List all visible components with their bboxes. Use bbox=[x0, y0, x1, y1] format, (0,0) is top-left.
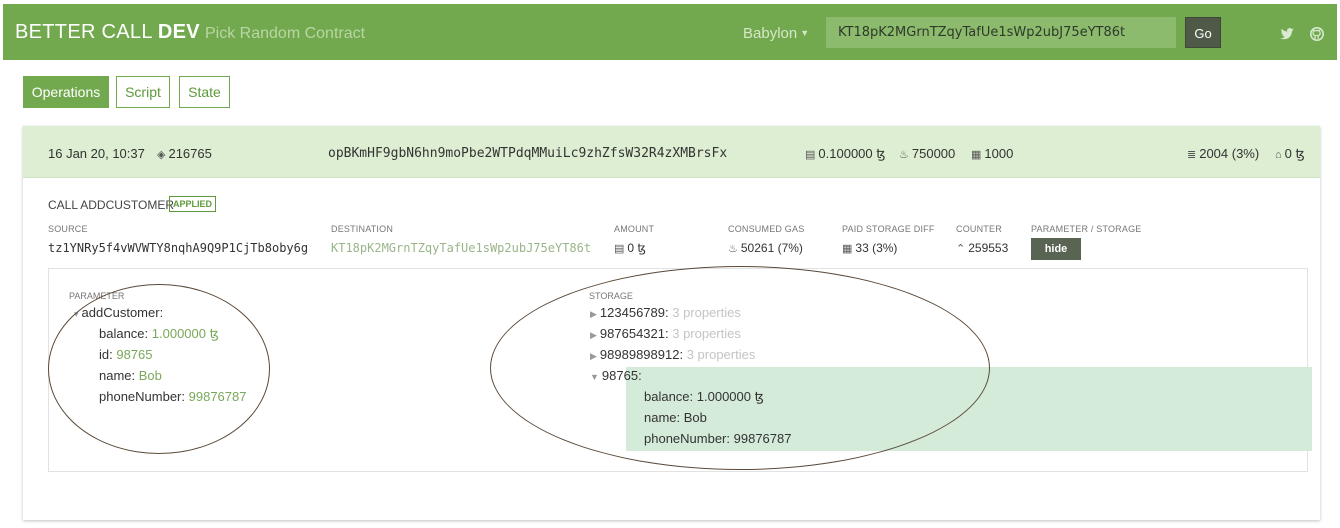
burned-value: 0 ꜩ bbox=[1284, 146, 1305, 161]
twitter-icon[interactable] bbox=[1279, 26, 1295, 42]
database-icon: ▦ bbox=[971, 149, 982, 161]
receipt-icon: ▤ bbox=[614, 243, 625, 255]
network-dropdown[interactable]: Babylon ▼ bbox=[743, 25, 809, 42]
counter-label: COUNTER bbox=[956, 224, 1002, 234]
status-badge: APPLIED bbox=[169, 196, 217, 212]
pick-random-contract-link[interactable]: Pick Random Contract bbox=[205, 25, 365, 43]
search-input[interactable] bbox=[826, 17, 1176, 48]
flame-icon: ♨ bbox=[899, 149, 909, 161]
operation-hash[interactable]: opBKmHF9gbN6hn9moPbe2WTPdqMMuiLc9zhZfsW3… bbox=[328, 146, 727, 161]
consumed-gas-label: CONSUMED GAS bbox=[728, 224, 805, 234]
annotation-ellipse-storage bbox=[490, 266, 990, 470]
source-label: SOURCE bbox=[48, 224, 88, 234]
amount-value: ▤ 0 ꜩ bbox=[614, 241, 646, 255]
operation-fee: ▤ 0.100000 ꜩ bbox=[805, 146, 885, 162]
caret-down-icon: ▼ bbox=[800, 28, 810, 38]
brand-text-bold: DEV bbox=[157, 21, 200, 43]
call-title: CALL ADDCUSTOMER bbox=[48, 198, 175, 212]
fee-value: 0.100000 ꜩ bbox=[818, 146, 886, 161]
tab-script[interactable]: Script bbox=[116, 76, 170, 108]
operation-summary-row[interactable]: 16 Jan 20, 10:37 ◈ 216765 opBKmHF9gbN6hn9… bbox=[23, 126, 1320, 178]
go-button[interactable]: Go bbox=[1185, 17, 1221, 48]
operation-timestamp: 16 Jan 20, 10:37 bbox=[48, 146, 145, 161]
gas-limit-value: 750000 bbox=[911, 146, 956, 161]
receipt-icon: ▤ bbox=[805, 149, 816, 161]
paid-storage-text: 33 (3%) bbox=[855, 241, 898, 255]
level-value: 216765 bbox=[168, 146, 212, 161]
operation-storage-limit: ▦ 1000 bbox=[971, 146, 1013, 161]
network-label: Babylon bbox=[743, 25, 798, 42]
sitemap-icon: ⌂ bbox=[1275, 149, 1282, 161]
operation-gas-limit: ♨ 750000 bbox=[899, 146, 955, 161]
database-stack-icon: ≣ bbox=[1187, 149, 1197, 161]
brand-text: BETTER CALL bbox=[15, 21, 158, 43]
cube-icon: ◈ bbox=[157, 149, 166, 161]
top-navbar: BETTER CALL DEV Pick Random Contract Bab… bbox=[3, 4, 1337, 60]
brand-logo[interactable]: BETTER CALL DEV bbox=[15, 21, 200, 44]
operation-level: ◈ 216765 bbox=[157, 146, 212, 161]
flame-icon: ♨ bbox=[728, 243, 738, 255]
amount-text: 0 ꜩ bbox=[627, 241, 646, 255]
database-icon: ▦ bbox=[842, 243, 853, 255]
consumed-gas-text: 50261 (7%) bbox=[740, 241, 803, 255]
counter-value: ⌃ 259553 bbox=[956, 241, 1008, 255]
consumed-gas-value: ♨ 50261 (7%) bbox=[728, 241, 803, 255]
destination-address[interactable]: KT18pK2MGrnTZqyTafUe1sWp2ubJ75eYT86t bbox=[331, 241, 591, 255]
annotation-ellipse-parameter bbox=[48, 284, 270, 454]
counter-text: 259553 bbox=[968, 241, 1009, 255]
tab-state[interactable]: State bbox=[179, 76, 230, 108]
hide-button[interactable]: hide bbox=[1031, 238, 1081, 260]
amount-label: AMOUNT bbox=[614, 224, 655, 234]
operation-burned: ⌂ 0 ꜩ bbox=[1275, 146, 1305, 162]
param-storage-label: PARAMETER / STORAGE bbox=[1031, 224, 1142, 234]
tab-operations[interactable]: Operations bbox=[23, 76, 109, 108]
operation-storage-size: ≣ 2004 (3%) bbox=[1187, 146, 1259, 161]
storage-size-value: 2004 (3%) bbox=[1199, 146, 1260, 161]
paid-storage-label: PAID STORAGE DIFF bbox=[842, 224, 935, 234]
destination-label: DESTINATION bbox=[331, 224, 394, 234]
source-address[interactable]: tz1YNRy5f4vWVWTY8nqhA9Q9P1CjTb8oby6g bbox=[48, 241, 308, 255]
paid-storage-value: ▦ 33 (3%) bbox=[842, 241, 897, 255]
storage-limit-value: 1000 bbox=[984, 146, 1014, 161]
chevron-double-up-icon: ⌃ bbox=[956, 243, 966, 255]
github-icon[interactable] bbox=[1309, 26, 1325, 42]
